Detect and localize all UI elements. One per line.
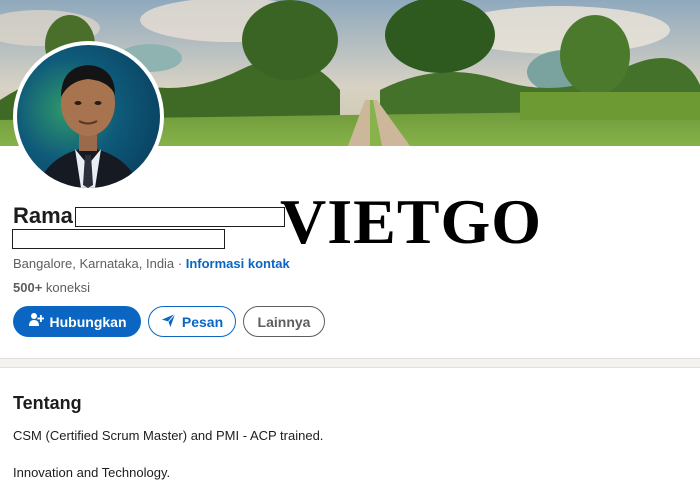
connect-label: Hubungkan — [49, 313, 127, 330]
section-divider — [0, 358, 700, 368]
connect-button[interactable]: Hubungkan — [13, 306, 141, 337]
more-label: Lainnya — [257, 313, 311, 330]
separator-dot: · — [174, 256, 186, 271]
profile-avatar[interactable] — [13, 41, 164, 192]
send-icon — [161, 313, 176, 331]
contact-info-link[interactable]: Informasi kontak — [186, 256, 290, 271]
redaction-box — [12, 229, 225, 249]
about-text-line: CSM (Certified Scrum Master) and PMI - A… — [13, 428, 324, 443]
connections-number: 500+ — [13, 280, 43, 295]
location-text: Bangalore, Karnataka, India — [13, 256, 175, 271]
message-button[interactable]: Pesan — [148, 306, 236, 337]
watermark-logo: VIETGO — [280, 186, 543, 257]
about-text-line: Innovation and Technology. — [13, 465, 171, 480]
message-label: Pesan — [181, 313, 224, 330]
about-heading: Tentang — [13, 393, 82, 413]
add-person-icon — [28, 312, 44, 331]
redaction-box — [75, 207, 285, 227]
profile-location-line: Bangalore, Karnataka, India · Informasi … — [13, 256, 290, 271]
connections-count[interactable]: 500+ koneksi — [13, 280, 90, 295]
profile-name: Rama — [13, 203, 73, 228]
more-button[interactable]: Lainnya — [243, 306, 325, 337]
connections-label: koneksi — [42, 280, 90, 295]
